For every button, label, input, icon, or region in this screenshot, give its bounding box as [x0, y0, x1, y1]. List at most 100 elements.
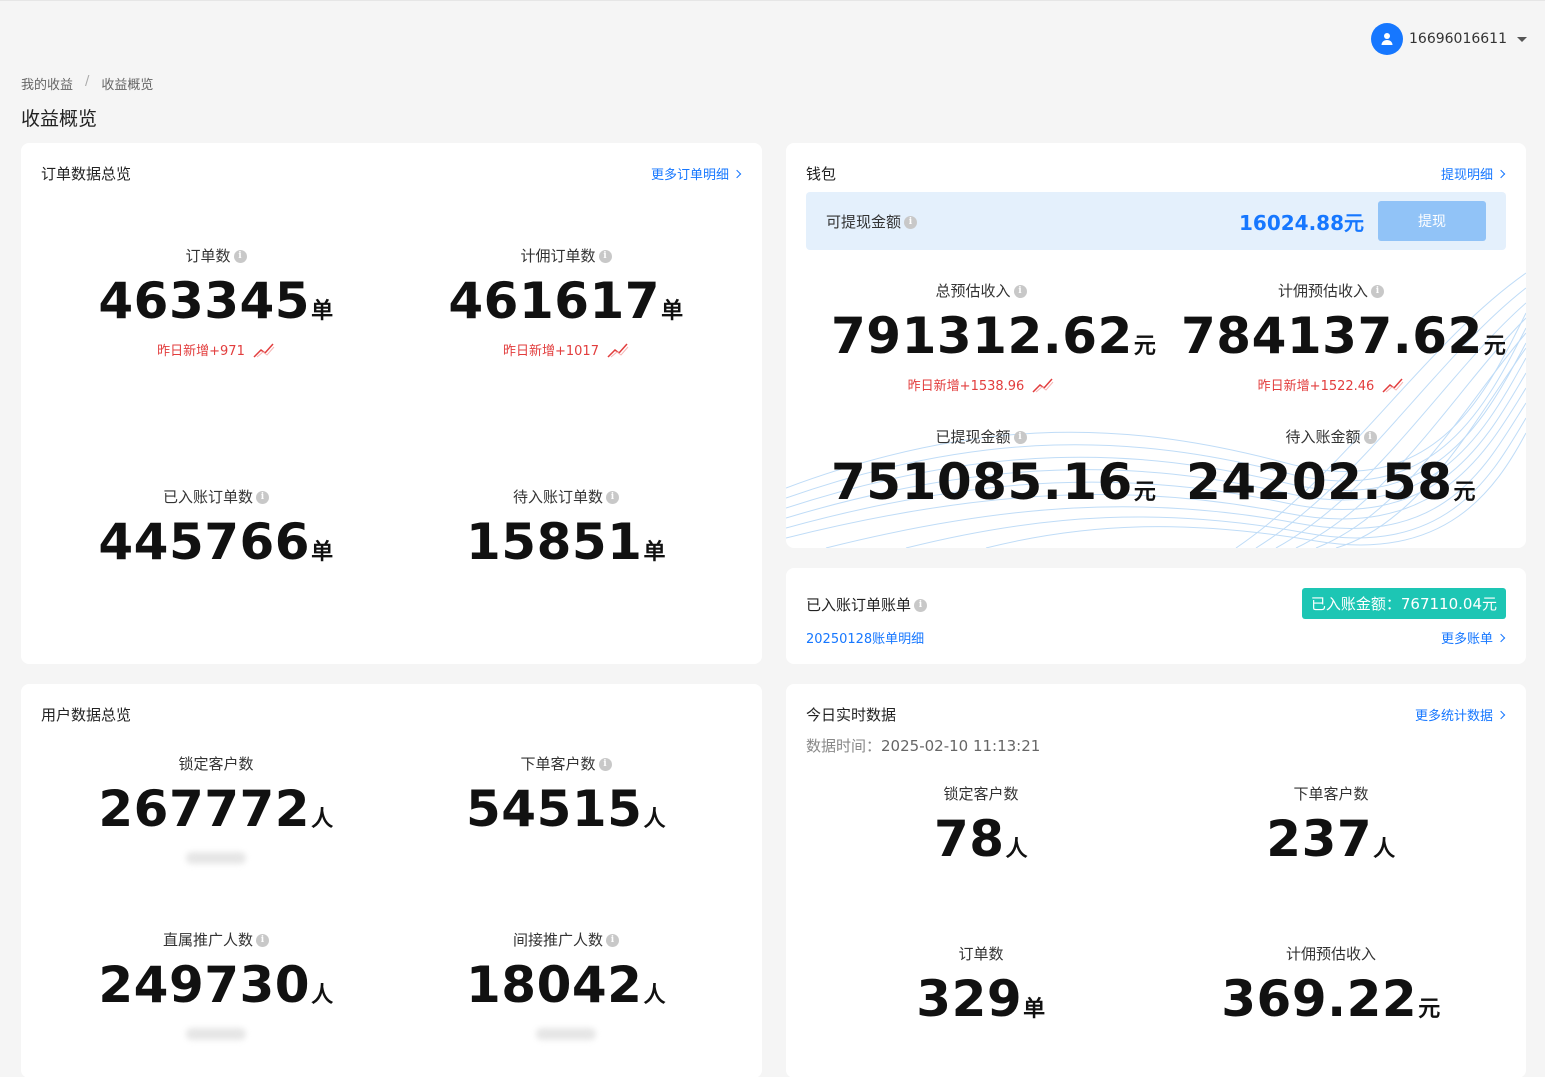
stat-label: 订单数 — [958, 945, 1004, 963]
stat-order-count: 订单数 i 463345单 昨日新增+971 — [66, 245, 366, 359]
trend-up-icon — [1032, 378, 1054, 393]
stat-unit: 元 — [1418, 997, 1441, 1022]
stat-today-order-count: 订单数 329单 — [831, 943, 1131, 1024]
stat-value: 445766 — [98, 513, 311, 571]
info-icon[interactable]: i — [233, 250, 247, 263]
stat-indirect-promoters: 间接推广人数 i 18042人 — [416, 929, 716, 1040]
stat-label: 锁定客户数 — [943, 785, 1019, 803]
info-icon[interactable]: i — [1371, 285, 1384, 298]
page-title: 收益概览 — [21, 108, 98, 130]
stat-label: 待入账金额 — [1285, 428, 1361, 446]
bill-detail-link[interactable]: 20250128账单明细 — [806, 628, 924, 647]
info-icon[interactable]: i — [904, 216, 918, 229]
stat-unit: 单 — [1023, 997, 1046, 1022]
stat-increase: 昨日新增+1538.96 — [907, 379, 1025, 394]
stat-value: 329 — [916, 970, 1023, 1028]
breadcrumb: 我的收益 / 收益概览 — [21, 74, 153, 93]
order-overview-card: 订单数据总览 更多订单明细 订单数 i 463345单 昨日新增+971 计佣订单… — [21, 143, 762, 664]
chevron-right-icon — [1496, 633, 1506, 642]
stat-total-estimated-income: 总预估收入 i 791312.62元 昨日新增+1538.96 — [831, 280, 1156, 394]
stat-ordering-customers: 下单客户数 i 54515人 — [416, 753, 716, 834]
stat-label: 总预估收入 — [935, 282, 1011, 300]
info-icon[interactable]: i — [606, 934, 619, 947]
stat-unit: 元 — [1133, 334, 1157, 359]
info-icon[interactable]: i — [1363, 431, 1377, 444]
stat-label: 计佣订单数 — [520, 247, 596, 265]
stat-unit: 元 — [1483, 334, 1507, 359]
stat-settled-order-count: 已入账订单数 i 445766单 — [66, 486, 366, 567]
stat-increase: 昨日新增+1522.46 — [1257, 379, 1375, 394]
stat-unit: 人 — [643, 983, 666, 1008]
stat-value: 784137.62 — [1181, 307, 1483, 365]
stat-unit: 人 — [643, 807, 666, 832]
stat-unit: 元 — [1453, 480, 1477, 505]
stat-value: 18042 — [466, 956, 643, 1014]
more-bills-link[interactable]: 更多账单 — [1441, 628, 1506, 647]
stat-label: 订单数 — [185, 247, 231, 265]
breadcrumb-root[interactable]: 我的收益 — [21, 74, 73, 93]
stat-value: 751085.16 — [831, 453, 1133, 511]
info-icon[interactable]: i — [1013, 431, 1027, 444]
info-icon[interactable]: i — [598, 250, 612, 263]
card-title: 钱包 — [806, 165, 837, 183]
blurred-text — [186, 1028, 246, 1040]
info-icon[interactable]: i — [606, 491, 619, 504]
withdraw-button[interactable]: 提现 — [1378, 201, 1486, 241]
withdraw-detail-link[interactable]: 提现明细 — [1441, 164, 1506, 183]
user-menu[interactable]: 16696016611 — [1371, 23, 1527, 55]
stat-value: 463345 — [98, 272, 311, 330]
stat-label: 直属推广人数 — [162, 931, 253, 949]
wallet-card: 钱包 提现明细 可提现金额 i 16024.88元 提现 总预估收入 i 79131… — [786, 143, 1526, 548]
stat-value: 249730 — [98, 956, 311, 1014]
stat-value: 461617 — [448, 272, 661, 330]
stat-label: 计佣预估收入 — [1277, 282, 1368, 300]
settled-bill-card: 已入账订单账单 i 已入账金额：767110.04元 20250128账单明细 更… — [786, 568, 1526, 664]
stat-label: 待入账订单数 — [512, 488, 603, 506]
data-time: 数据时间：2025-02-10 11:13:21 — [806, 737, 1041, 755]
stat-commission-estimated-income: 计佣预估收入 i 784137.62元 昨日新增+1522.46 — [1181, 280, 1506, 394]
available-value: 16024.88元 — [1238, 211, 1364, 235]
trend-up-icon — [607, 343, 629, 358]
available-label: 可提现金额 — [826, 213, 902, 231]
stat-label: 下单客户数 — [1293, 785, 1369, 803]
today-realtime-card: 今日实时数据 更多统计数据 数据时间：2025-02-10 11:13:21 锁… — [786, 684, 1526, 1077]
more-stats-link[interactable]: 更多统计数据 — [1415, 705, 1506, 724]
breadcrumb-current: 收益概览 — [101, 78, 154, 93]
available-balance-bar: 可提现金额 i 16024.88元 提现 — [806, 192, 1506, 250]
info-icon[interactable]: i — [914, 599, 928, 612]
chevron-right-icon — [1496, 169, 1506, 178]
stat-value: 237 — [1266, 810, 1373, 868]
stat-label: 已入账订单数 — [162, 488, 253, 506]
stat-value: 267772 — [98, 780, 311, 838]
settled-amount-tag: 已入账金额：767110.04元 — [1301, 588, 1506, 619]
card-title: 订单数据总览 — [41, 165, 132, 183]
stat-label: 已提现金额 — [935, 428, 1011, 446]
stat-label: 计佣预估收入 — [1285, 945, 1376, 963]
stat-locked-customers: 锁定客户数 267772人 — [66, 753, 366, 864]
stat-unit: 人 — [311, 983, 334, 1008]
info-icon[interactable]: i — [1013, 285, 1027, 298]
trend-up-icon — [1382, 378, 1404, 393]
stat-label: 锁定客户数 — [178, 755, 254, 773]
card-title: 今日实时数据 — [806, 706, 897, 724]
blurred-text — [536, 1028, 596, 1040]
info-icon[interactable]: i — [256, 934, 269, 947]
card-title: 已入账订单账单 i — [806, 594, 928, 615]
stat-unit: 人 — [1005, 837, 1029, 862]
stat-today-commission-income: 计佣预估收入 369.22元 — [1181, 943, 1481, 1024]
more-orders-link[interactable]: 更多订单明细 — [651, 164, 742, 183]
info-icon[interactable]: i — [598, 758, 612, 771]
chevron-right-icon — [1496, 710, 1506, 719]
stat-today-ordering-customers: 下单客户数 237人 — [1181, 783, 1481, 864]
user-avatar-icon — [1371, 23, 1404, 55]
card-title: 用户数据总览 — [41, 706, 132, 724]
stat-direct-promoters: 直属推广人数 i 249730人 — [66, 929, 366, 1040]
info-icon[interactable]: i — [256, 491, 269, 504]
stat-today-locked-customers: 锁定客户数 78人 — [831, 783, 1131, 864]
stat-label: 下单客户数 — [520, 755, 596, 773]
stat-commission-order-count: 计佣订单数 i 461617单 昨日新增+1017 — [416, 245, 716, 359]
chevron-down-icon[interactable] — [1517, 36, 1527, 42]
stat-unit: 人 — [311, 807, 334, 832]
stat-unit: 单 — [661, 299, 684, 324]
stat-increase: 昨日新增+971 — [157, 344, 245, 359]
